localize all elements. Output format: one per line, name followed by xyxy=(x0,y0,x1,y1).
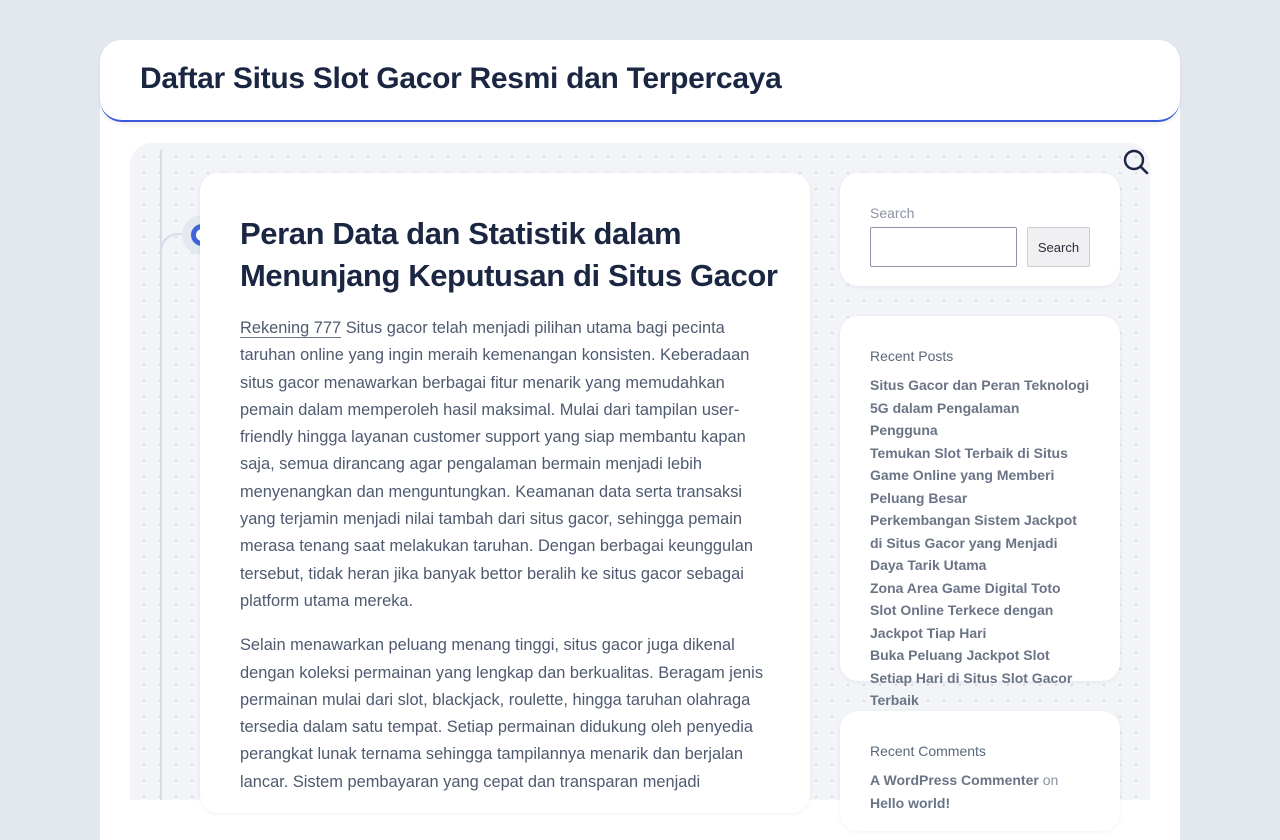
list-item: Zona Area Game Digital Toto Slot Online … xyxy=(870,577,1090,645)
paragraph-text: Situs gacor telah menjadi pilihan utama … xyxy=(240,319,754,610)
recent-post-link[interactable]: Perkembangan Sistem Jackpot di Situs Gac… xyxy=(870,512,1077,573)
search-input[interactable] xyxy=(870,227,1017,267)
comment-item: A WordPress Commenter on Hello world! xyxy=(870,769,1090,814)
site-header: Daftar Situs Slot Gacor Resmi dan Terper… xyxy=(100,40,1180,122)
search-label: Search xyxy=(870,205,915,221)
recent-posts-title: Recent Posts xyxy=(870,348,954,364)
list-item: Situs Gacor dan Peran Teknologi 5G dalam… xyxy=(870,374,1090,442)
search-icon[interactable] xyxy=(1122,148,1150,176)
recent-post-link[interactable]: Situs Gacor dan Peran Teknologi 5G dalam… xyxy=(870,377,1089,438)
article-paragraph: Selain menawarkan peluang menang tinggi,… xyxy=(240,636,764,791)
recent-post-link[interactable]: Buka Peluang Jackpot Slot Setiap Hari di… xyxy=(870,647,1072,708)
search-widget: Search Search xyxy=(840,173,1120,286)
recent-post-link[interactable]: Temukan Slot Terbaik di Situs Game Onlin… xyxy=(870,445,1068,506)
site-title[interactable]: Daftar Situs Slot Gacor Resmi dan Terper… xyxy=(140,62,782,96)
comment-author-link[interactable]: A WordPress Commenter xyxy=(870,772,1039,788)
list-item: Buka Peluang Jackpot Slot Setiap Hari di… xyxy=(870,644,1090,712)
search-button[interactable]: Search xyxy=(1027,227,1090,267)
search-icon-graphic xyxy=(1123,149,1149,175)
list-item: Temukan Slot Terbaik di Situs Game Onlin… xyxy=(870,442,1090,510)
article-title[interactable]: Peran Data dan Statistik dalam Menunjang… xyxy=(240,213,780,297)
list-item: Perkembangan Sistem Jackpot di Situs Gac… xyxy=(870,509,1090,577)
recent-posts-list: Situs Gacor dan Peran Teknologi 5G dalam… xyxy=(870,374,1090,712)
article-body: Rekening 777 Situs gacor telah menjadi p… xyxy=(240,315,772,813)
article-card: Peran Data dan Statistik dalam Menunjang… xyxy=(200,173,810,813)
rekening-777-link[interactable]: Rekening 777 xyxy=(240,319,342,338)
search-form: Search xyxy=(870,227,1090,267)
recent-comments-title: Recent Comments xyxy=(870,743,986,759)
comment-on-text: on xyxy=(1042,772,1059,788)
recent-post-link[interactable]: Zona Area Game Digital Toto Slot Online … xyxy=(870,580,1061,641)
recent-comments-widget: Recent Comments A WordPress Commenter on… xyxy=(840,711,1120,831)
comment-post-link[interactable]: Hello world! xyxy=(870,795,950,811)
recent-posts-widget: Recent Posts Situs Gacor dan Peran Tekno… xyxy=(840,316,1120,708)
article-paragraph: Rekening 777 Situs gacor telah menjadi p… xyxy=(240,315,772,615)
